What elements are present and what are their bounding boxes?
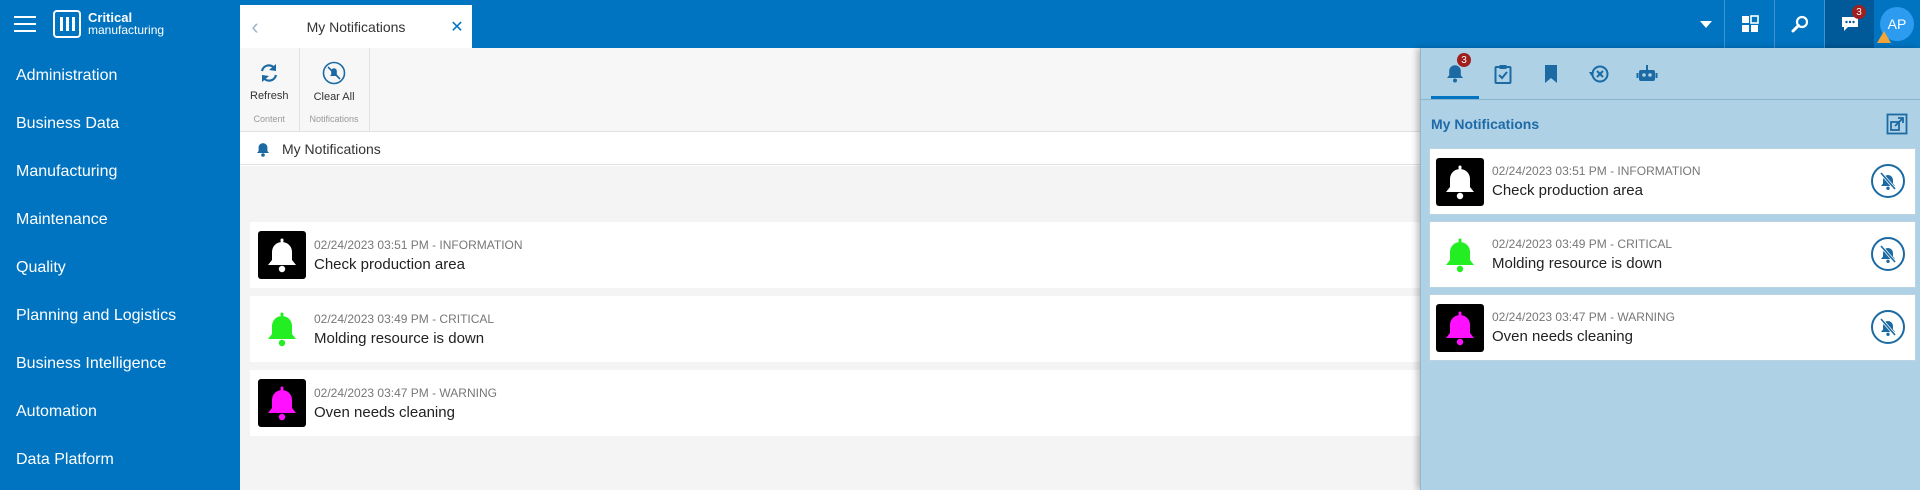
tab-title: My Notifications (306, 18, 406, 35)
notification-meta: 02/24/2023 03:51 PM - INFORMATION (314, 237, 523, 252)
notification-message: Oven needs cleaning (314, 403, 455, 421)
ribbon-group-label-content: Content (253, 114, 286, 124)
notification-message: Check production area (1492, 182, 1643, 199)
ribbon-group-label-notifications: Notifications (309, 114, 359, 124)
clear-all-label: Clear All (313, 91, 355, 103)
notification-warning-icon (258, 379, 306, 427)
breadcrumb-label: My Notifications (282, 140, 381, 157)
notification-message: Molding resource is down (1492, 255, 1663, 272)
top-bar-actions: 3 AP (1688, 0, 1920, 48)
refresh-button[interactable]: Refresh (250, 52, 289, 112)
sidebar-item-automation[interactable]: Automation (0, 388, 240, 436)
robot-icon (1636, 65, 1658, 81)
panel-notification-card[interactable]: 02/24/2023 03:51 PM - INFORMATION Check … (1429, 148, 1916, 215)
warning-icon (1877, 31, 1891, 43)
panel-tabs: 3 (1421, 48, 1920, 100)
ribbon-group-notifications: Clear All Notifications (300, 48, 370, 131)
dashboard-icon (1741, 15, 1759, 32)
history-icon (1589, 65, 1609, 83)
logo-text: Critical manufacturing (88, 11, 164, 37)
refresh-icon (261, 64, 278, 82)
search-button[interactable] (1774, 0, 1824, 48)
notification-critical-icon (1436, 231, 1484, 279)
close-icon[interactable]: ✕ (442, 17, 472, 37)
notification-meta: 02/24/2023 03:47 PM - WARNING (1492, 310, 1675, 324)
checklist-icon (1494, 65, 1512, 84)
panel-bell-badge: 3 (1457, 53, 1471, 67)
panel-notification-card[interactable]: 02/24/2023 03:49 PM - CRITICAL Molding r… (1429, 221, 1916, 288)
dismiss-notification-button[interactable] (1871, 237, 1905, 271)
notification-text: 02/24/2023 03:47 PM - WARNING Oven needs… (314, 386, 497, 421)
sidebar-item-data-platform[interactable]: Data Platform (0, 436, 240, 484)
sidebar: Critical manufacturing Administration Bu… (0, 0, 240, 490)
clear-all-button[interactable]: Clear All (314, 52, 355, 112)
bell-off-icon (1879, 172, 1897, 190)
notification-list: 02/24/2023 03:51 PM - INFORMATION Check … (240, 166, 1420, 490)
notification-meta: 02/24/2023 03:49 PM - CRITICAL (314, 311, 495, 326)
sidebar-menu: Administration Business Data Manufacturi… (0, 52, 240, 484)
panel-notification-card[interactable]: 02/24/2023 03:47 PM - WARNING Oven needs… (1429, 294, 1916, 361)
sidebar-item-administration[interactable]: Administration (0, 52, 240, 100)
notifications-panel: 3 My Notifications 02/24/2023 03:51 PM -… (1420, 48, 1920, 490)
bookmark-icon (1545, 65, 1557, 83)
app-logo[interactable]: Critical manufacturing (53, 10, 164, 38)
chevron-left-icon[interactable]: ‹ (240, 14, 270, 40)
logo-mark-icon (53, 10, 81, 38)
sidebar-header: Critical manufacturing (0, 0, 240, 48)
hamburger-menu-icon[interactable] (14, 16, 36, 32)
notification-meta: 02/24/2023 03:51 PM - INFORMATION (1492, 164, 1701, 178)
sidebar-item-manufacturing[interactable]: Manufacturing (0, 148, 240, 196)
tab-my-notifications[interactable]: ‹ My Notifications ✕ (240, 5, 472, 48)
messages-badge: 3 (1852, 5, 1866, 19)
breadcrumb: My Notifications (240, 133, 1420, 165)
bell-icon (257, 142, 269, 157)
tab-bookmarks[interactable] (1527, 49, 1575, 99)
notification-text: 02/24/2023 03:47 PM - WARNING Oven needs… (1492, 310, 1675, 345)
bell-off-icon (1879, 245, 1897, 263)
dashboard-button[interactable] (1724, 0, 1774, 48)
notification-text: 02/24/2023 03:51 PM - INFORMATION Check … (1492, 164, 1701, 199)
sidebar-item-quality[interactable]: Quality (0, 244, 240, 292)
messages-button[interactable]: 3 (1824, 0, 1874, 48)
tab-tasks[interactable] (1479, 49, 1527, 99)
notification-text: 02/24/2023 03:49 PM - CRITICAL Molding r… (1492, 237, 1672, 272)
bell-off-icon (322, 61, 346, 85)
notification-text: 02/24/2023 03:49 PM - CRITICAL Molding r… (314, 312, 494, 347)
notification-message: Molding resource is down (314, 329, 485, 347)
panel-title: My Notifications (1431, 116, 1540, 132)
notification-text: 02/24/2023 03:51 PM - INFORMATION Check … (314, 238, 523, 273)
top-bar: ‹ My Notifications ✕ 3 AP (240, 0, 1920, 48)
refresh-label: Refresh (250, 90, 289, 102)
notification-card[interactable]: 02/24/2023 03:51 PM - INFORMATION Check … (250, 222, 1420, 288)
tab-automation[interactable] (1623, 49, 1671, 99)
user-menu[interactable]: AP (1874, 0, 1920, 48)
chevron-down-icon[interactable] (1688, 0, 1724, 48)
sidebar-item-business-intelligence[interactable]: Business Intelligence (0, 340, 240, 388)
dismiss-notification-button[interactable] (1871, 310, 1905, 344)
logo-line2: manufacturing (88, 23, 165, 37)
tab-history[interactable] (1575, 49, 1623, 99)
bell-off-icon (1879, 318, 1897, 336)
tab-notifications[interactable]: 3 (1431, 49, 1479, 99)
search-icon (1791, 15, 1808, 33)
panel-header: My Notifications (1421, 100, 1920, 148)
app-root: Critical manufacturing Administration Bu… (0, 0, 1920, 490)
notification-message: Check production area (314, 255, 465, 273)
sidebar-item-business-data[interactable]: Business Data (0, 100, 240, 148)
notification-critical-icon (258, 305, 306, 353)
notification-meta: 02/24/2023 03:47 PM - WARNING (314, 385, 497, 400)
sidebar-item-maintenance[interactable]: Maintenance (0, 196, 240, 244)
notification-card[interactable]: 02/24/2023 03:49 PM - CRITICAL Molding r… (250, 296, 1420, 362)
notification-meta: 02/24/2023 03:49 PM - CRITICAL (1492, 237, 1673, 251)
sidebar-item-planning-logistics[interactable]: Planning and Logistics (0, 292, 240, 340)
notification-message: Oven needs cleaning (1492, 328, 1633, 345)
notification-info-icon (1436, 157, 1484, 206)
open-external-icon[interactable] (1886, 113, 1908, 135)
ribbon-toolbar: Refresh Content Clear All Notifications (240, 48, 1420, 132)
dismiss-notification-button[interactable] (1871, 164, 1905, 198)
notification-card[interactable]: 02/24/2023 03:47 PM - WARNING Oven needs… (250, 370, 1420, 436)
notification-warning-icon (1436, 303, 1484, 352)
ribbon-group-content: Refresh Content (240, 48, 300, 131)
notification-info-icon (258, 231, 306, 279)
